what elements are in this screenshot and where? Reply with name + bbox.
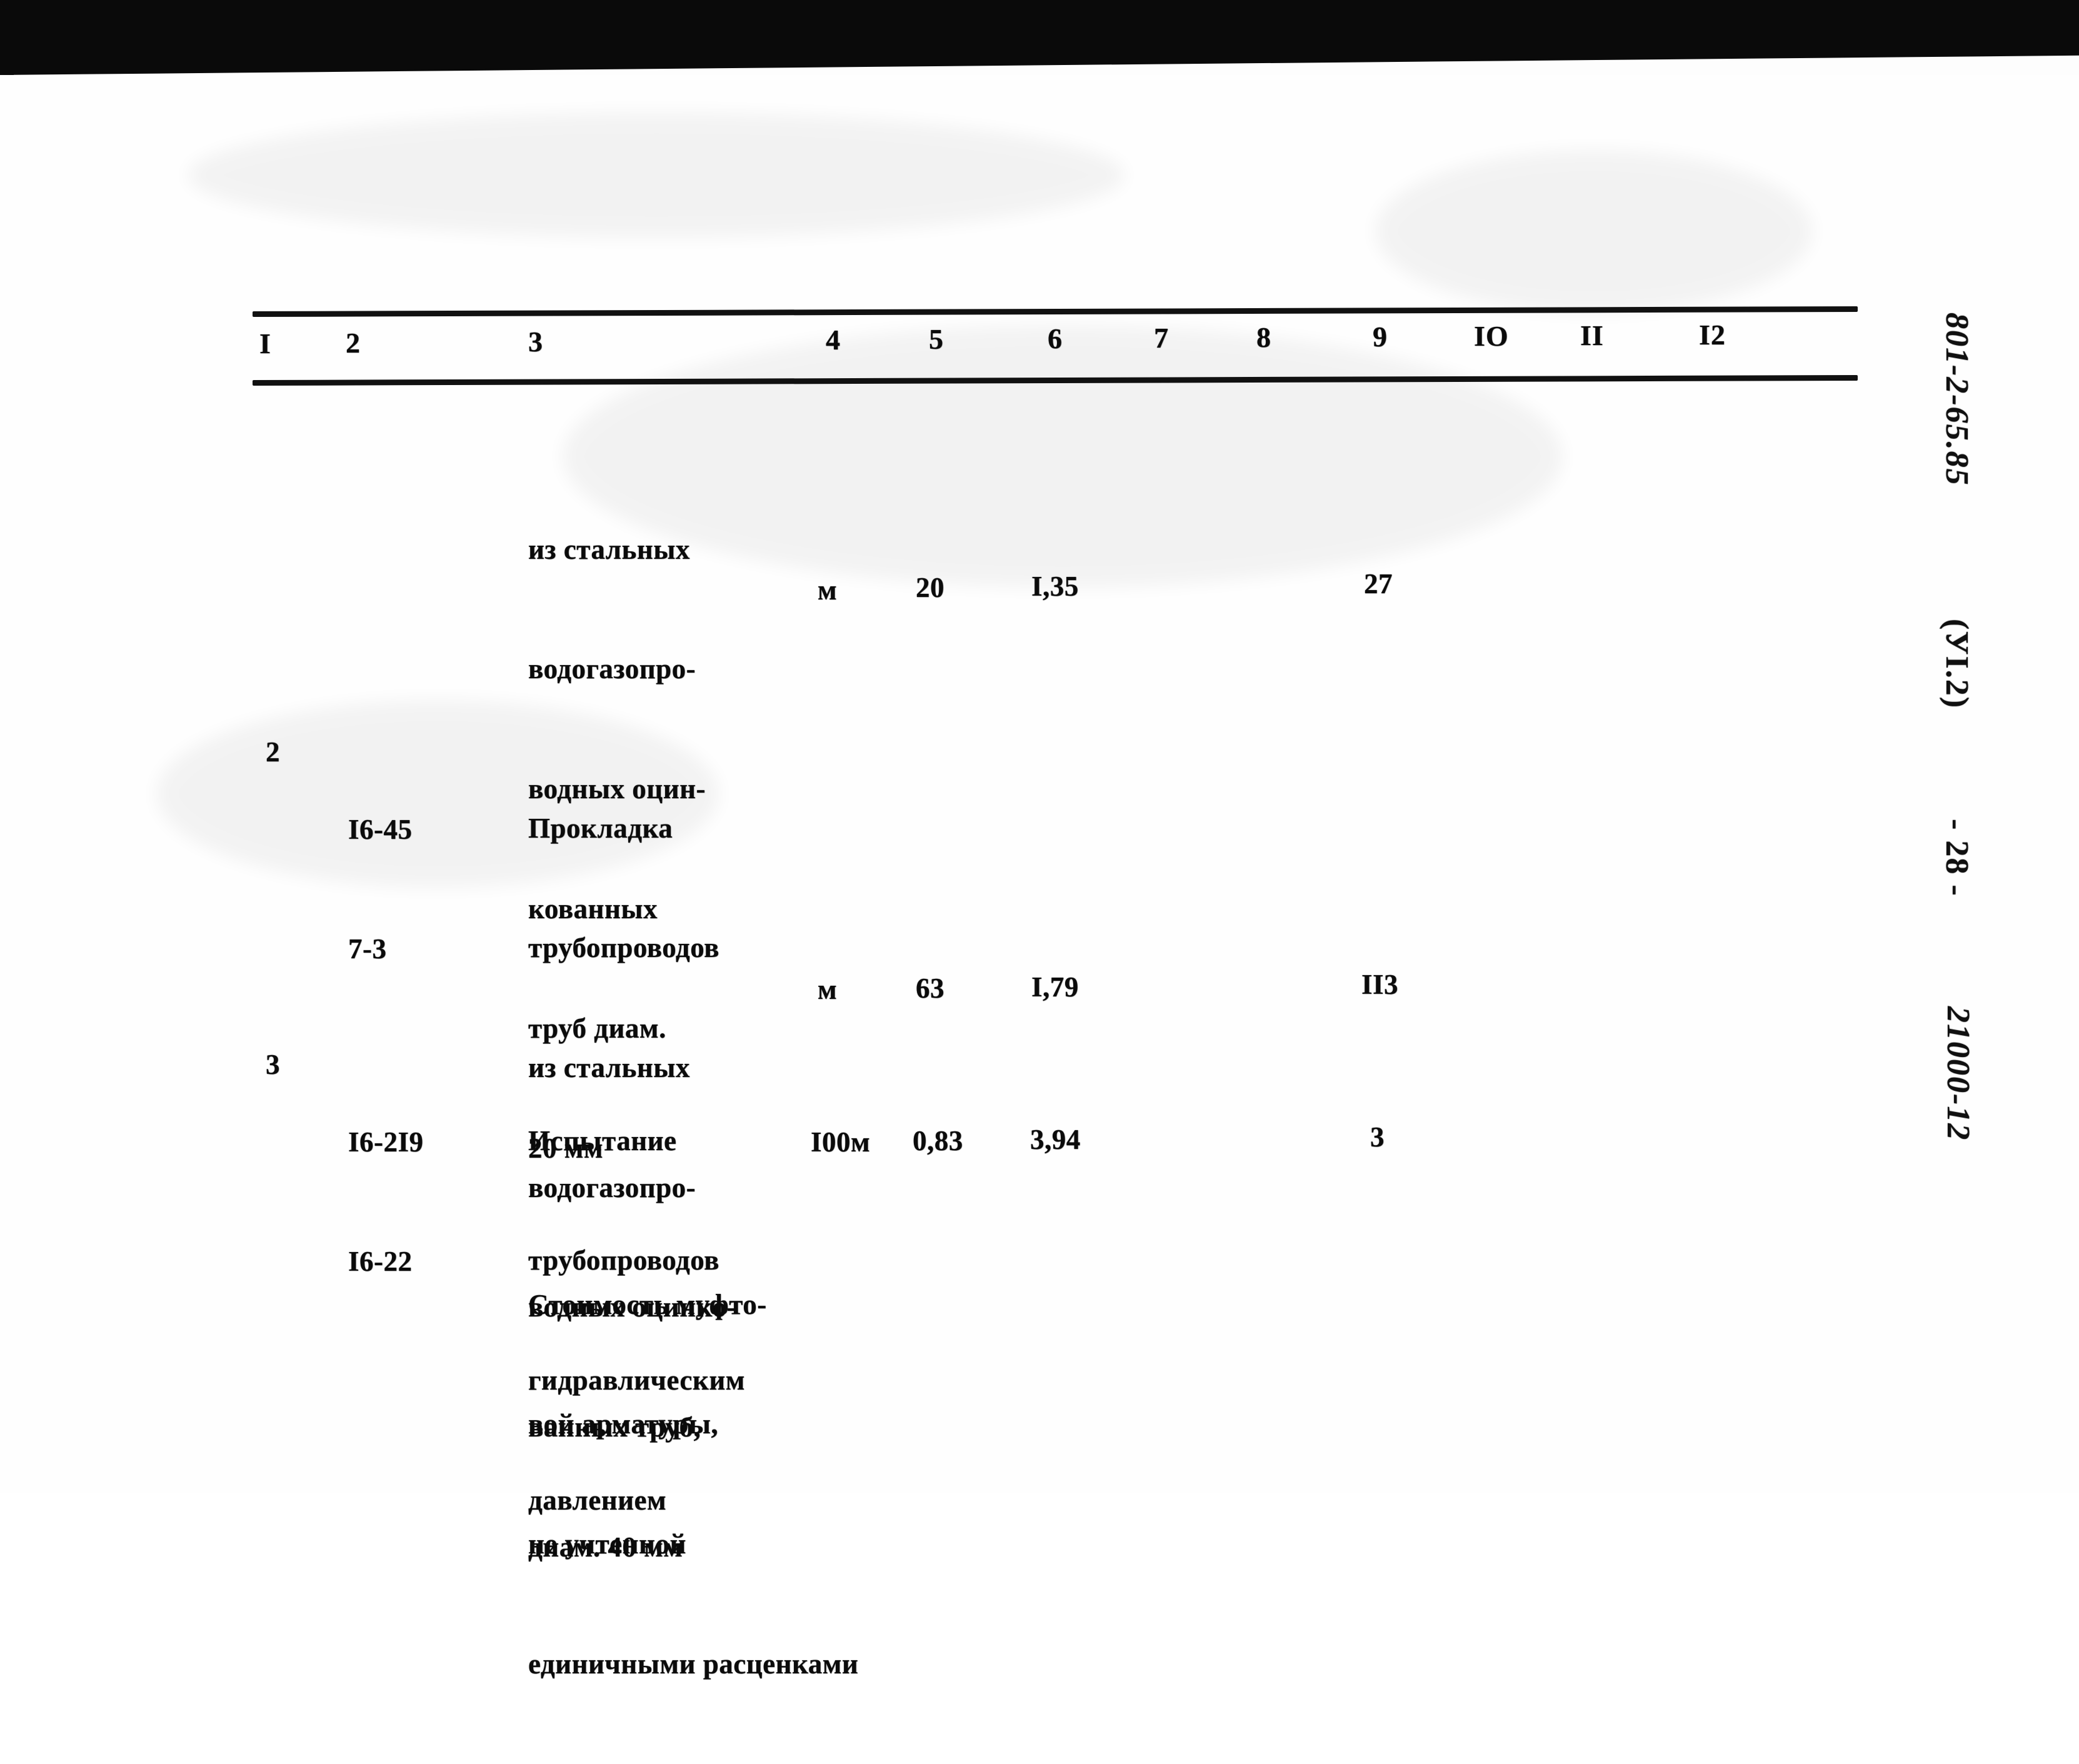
scan-smudge <box>1375 150 1813 313</box>
footnote-line: единичными расценками <box>528 1648 859 1680</box>
column-header-3: 3 <box>528 326 543 358</box>
row2-code: I6-45 7-3 <box>348 730 413 1050</box>
footnote-line: вой арматуры, <box>528 1408 719 1440</box>
column-header-6: 6 <box>1048 323 1063 354</box>
column-header-11: II <box>1580 319 1604 351</box>
row2-desc-line: Прокладка <box>528 812 673 844</box>
scanned-page: I 2 3 4 5 6 7 8 9 IO II I2 из стальных в… <box>0 75 2079 1680</box>
row2-desc-line: трубопроводов <box>528 932 719 964</box>
row3-code-line: I6-22 <box>348 1246 413 1278</box>
row3-code-line: I6-2I9 <box>348 1126 424 1158</box>
margin-page-number: - 28 - <box>1939 819 1975 897</box>
column-header-2: 2 <box>346 327 361 359</box>
footnote-line: Стоимость муфто- <box>528 1288 767 1320</box>
table-top-rule <box>252 306 1858 318</box>
row2-col9: II3 <box>1361 969 1399 1000</box>
column-header-5: 5 <box>929 323 944 355</box>
column-header-1: I <box>259 328 271 359</box>
scan-top-edge <box>0 0 2079 75</box>
footnote-line: не учтенной <box>528 1528 686 1560</box>
column-header-10: IO <box>1474 320 1509 352</box>
row3-col6: 3,94 <box>1030 1124 1081 1155</box>
row3-col5: 0,83 <box>913 1125 963 1156</box>
row3-col9: 3 <box>1370 1121 1385 1153</box>
row1-col6: I,35 <box>1031 571 1079 602</box>
column-header-4: 4 <box>826 324 841 356</box>
row1-col9: 27 <box>1364 568 1393 599</box>
row2-code-line: 7-3 <box>348 933 387 965</box>
scan-smudge <box>563 325 1563 588</box>
row2-number: 2 <box>266 736 280 768</box>
row3-unit: I00м <box>811 1126 871 1158</box>
row3-number: 3 <box>266 1049 280 1080</box>
column-header-9: 9 <box>1373 321 1388 353</box>
margin-archive-code: 21000-12 <box>1940 1006 1976 1141</box>
column-header-8: 8 <box>1256 321 1271 353</box>
row2-col6: I,79 <box>1031 971 1079 1003</box>
row3-desc-line: Испытание <box>528 1125 677 1156</box>
row2-code-line: I6-45 <box>348 813 413 845</box>
row1-desc-line: из стальных <box>528 533 690 565</box>
scan-smudge <box>188 113 1125 238</box>
margin-catalog-code: 801-2-65.85 <box>1939 313 1975 486</box>
row1-desc-line: водогазопро- <box>528 653 696 685</box>
row3-code: I6-2I9 I6-22 <box>348 1043 424 1362</box>
column-header-12: I2 <box>1699 319 1726 351</box>
row2-unit: м <box>818 974 838 1005</box>
footnote-block: Стоимость муфто- вой арматуры, не учтенн… <box>528 1205 858 1764</box>
row1-unit: м <box>818 574 838 606</box>
row2-col5: 63 <box>916 973 944 1004</box>
margin-section-code: (УI.2) <box>1939 619 1975 709</box>
row1-col5: 20 <box>916 572 944 603</box>
column-header-7: 7 <box>1154 322 1169 354</box>
